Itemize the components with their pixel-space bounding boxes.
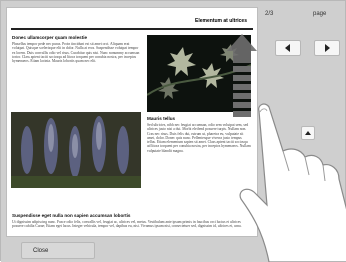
document-page[interactable]: Elementum at ultrices Donec ullamcorper … [6,7,258,237]
document-header-rule: Elementum at ultrices [11,18,253,30]
previous-page-button[interactable] [275,40,301,56]
scroll-up-button[interactable] [301,126,315,140]
secondary-toolbar-button[interactable] [271,242,343,261]
page-counter: 2/3 [265,11,274,17]
zoom-button[interactable] [301,189,315,203]
section3-text: Ut dignissim adipiscing nunc. Fusce odio… [12,220,242,229]
maple-leaves-photo [147,35,251,112]
next-page-button[interactable] [314,40,340,56]
section2-text: Sed ultricies, nibh nec feugiat accumsan… [147,123,251,153]
right-triangle-icon [325,44,330,52]
section3-heading: Suspendisse eget nulla non sapien accums… [12,213,131,218]
page-label: page [313,11,327,17]
left-triangle-icon [285,44,290,52]
navigation-panel: 2/3 page [263,7,346,235]
bottom-toolbar: Close [1,238,346,262]
magnifier-icon [304,192,312,200]
document-header-title: Elementum at ultrices [195,18,247,24]
viewer-window: Elementum at ultrices Donec ullamcorper … [0,0,346,262]
close-button[interactable]: Close [21,242,95,259]
section1-text: Phasellus tempor pede nec purus. Proin t… [12,42,140,64]
lupine-flowers-photo [11,112,141,188]
section2-heading: Mauris tellus [147,116,176,121]
section1-heading: Donec ullamcorper quam molestie [12,35,88,40]
up-triangle-icon [305,131,311,135]
